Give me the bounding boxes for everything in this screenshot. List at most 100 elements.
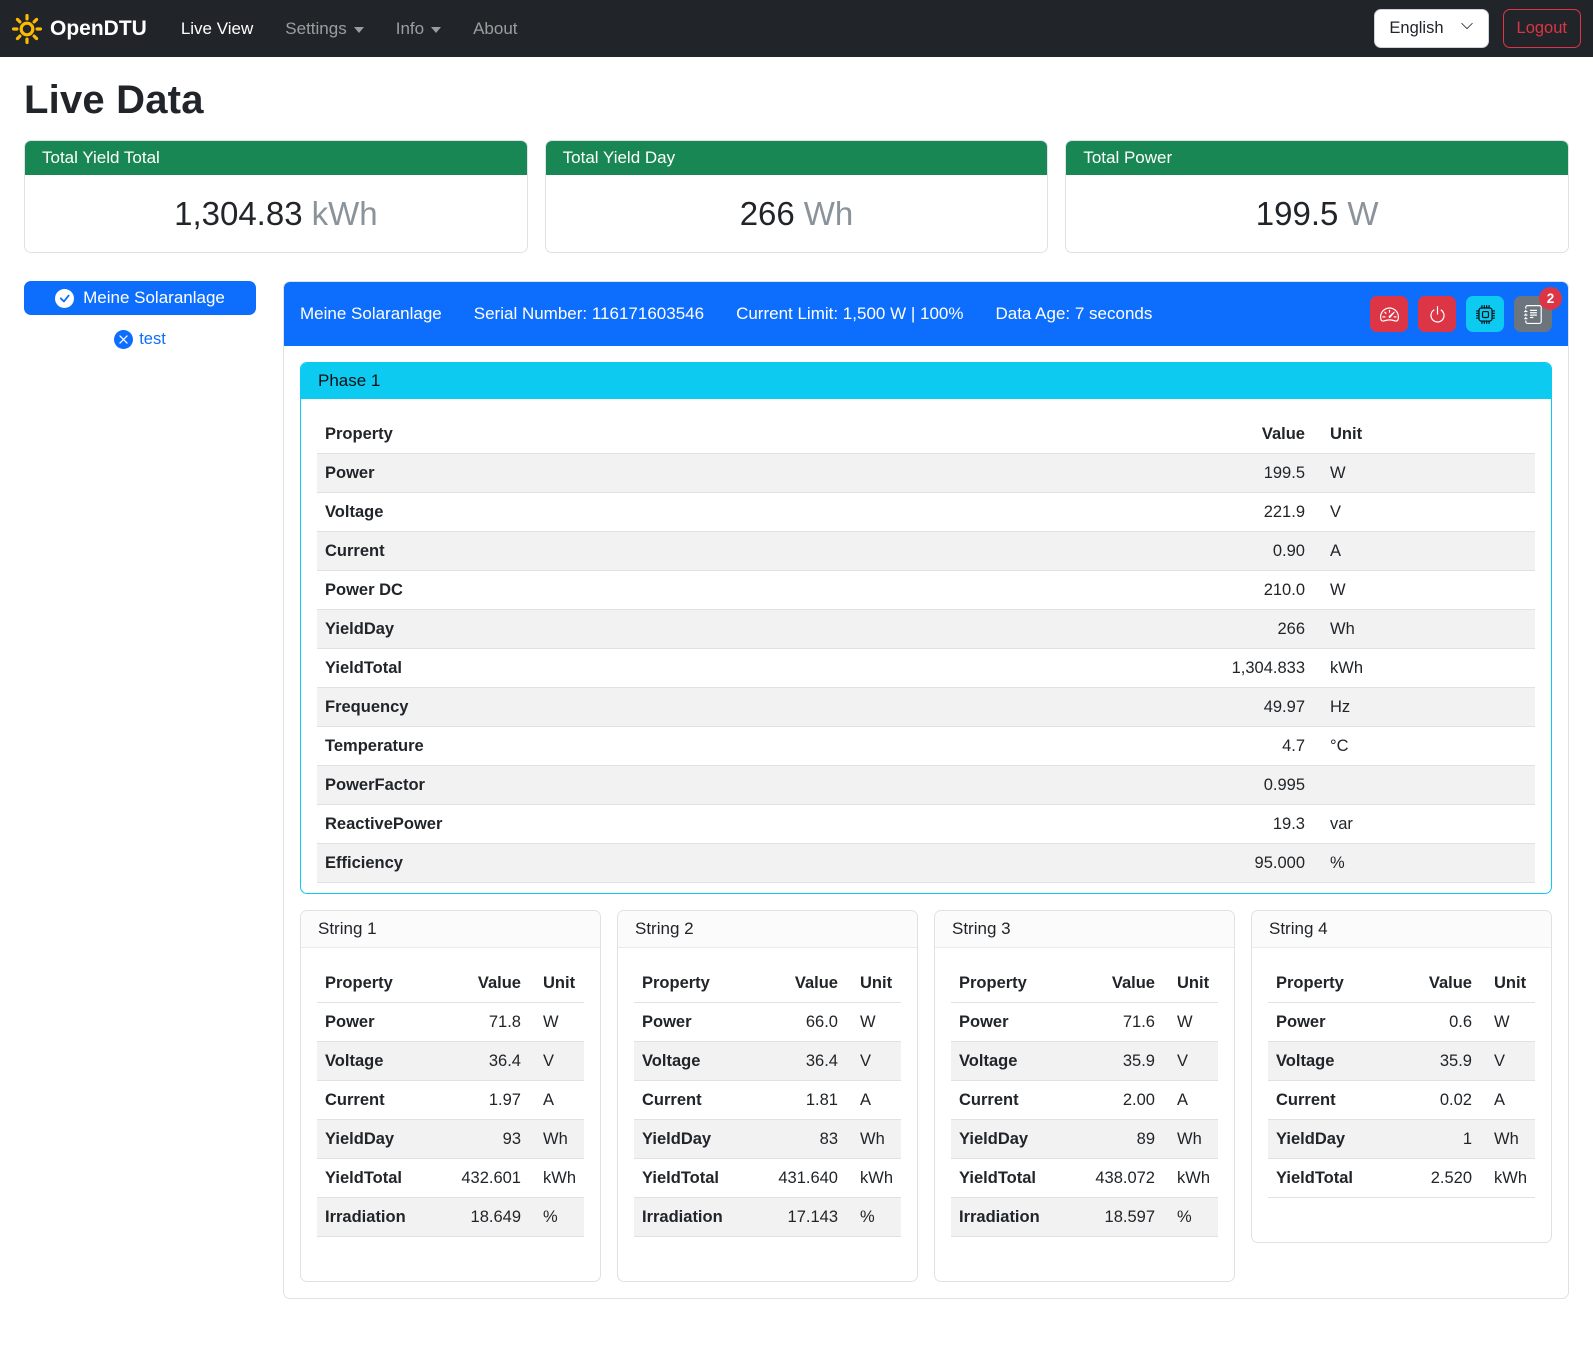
table-row: YieldTotal1,304.833kWh — [317, 649, 1535, 688]
value-cell: 71.6 — [1071, 1003, 1163, 1042]
limit-settings-button[interactable] — [1370, 296, 1408, 332]
card-header: Total Yield Day — [546, 141, 1048, 175]
device-info-button[interactable] — [1466, 296, 1504, 332]
table-row: Voltage221.9V — [317, 493, 1535, 532]
page-title: Live Data — [24, 78, 1569, 123]
logout-button[interactable]: Logout — [1503, 9, 1581, 48]
nav-item-label: About — [473, 19, 517, 39]
unit-cell: W — [1313, 571, 1535, 610]
unit-cell: °C — [1313, 727, 1535, 766]
table-body: Power71.8WVoltage36.4VCurrent1.97AYieldD… — [317, 1003, 584, 1237]
unit-cell: W — [1480, 1003, 1535, 1042]
table-row: YieldDay93Wh — [317, 1120, 584, 1159]
nav-item-info[interactable]: Info — [388, 11, 449, 47]
value-cell: 1.81 — [754, 1081, 846, 1120]
card-header: Total Power — [1066, 141, 1568, 175]
table-row: Voltage36.4V — [634, 1042, 901, 1081]
value-cell: 2.00 — [1071, 1081, 1163, 1120]
value-cell: 1 — [1388, 1120, 1480, 1159]
column-header-value: Value — [1071, 964, 1163, 1003]
string-2-card: String 2 PropertyValueUnit Power66.0WVol… — [617, 910, 918, 1282]
unit-cell: Wh — [529, 1120, 584, 1159]
property-cell: Power — [317, 454, 1163, 493]
inverter-name: Meine Solaranlage — [300, 304, 442, 324]
event-log-button[interactable]: 2 — [1514, 296, 1552, 332]
value-cell: 35.9 — [1071, 1042, 1163, 1081]
unit-cell: % — [1313, 844, 1535, 883]
unit-cell: Hz — [1313, 688, 1535, 727]
value-cell: 17.143 — [754, 1198, 846, 1237]
inverter-selector-selected[interactable]: Meine Solaranlage — [24, 281, 256, 315]
brand[interactable]: OpenDTU — [12, 14, 147, 44]
column-header-unit: Unit — [529, 964, 584, 1003]
table-row: Power71.8W — [317, 1003, 584, 1042]
value-cell: 0.90 — [1163, 532, 1313, 571]
unit-text: kWh — [312, 195, 378, 233]
unit-cell: Wh — [1313, 610, 1535, 649]
table-row: Current2.00A — [951, 1081, 1218, 1120]
column-header-value: Value — [1388, 964, 1480, 1003]
table-row: YieldTotal432.601kWh — [317, 1159, 584, 1198]
header-row: PropertyValueUnit — [634, 964, 901, 1003]
property-cell: Voltage — [634, 1042, 754, 1081]
nav-item-label: Live View — [181, 19, 253, 39]
property-cell: Current — [951, 1081, 1071, 1120]
property-cell: Irradiation — [951, 1198, 1071, 1237]
nav-item-live-view[interactable]: Live View — [173, 11, 261, 47]
event-count-badge: 2 — [1539, 287, 1562, 310]
value-cell: 432.601 — [437, 1159, 529, 1198]
gauge-icon — [1380, 305, 1399, 324]
power-toggle-button[interactable] — [1418, 296, 1456, 332]
inverter-sidebar: Meine Solaranlage test — [24, 281, 256, 349]
property-cell: PowerFactor — [317, 766, 1163, 805]
table-row: YieldTotal2.520kWh — [1268, 1159, 1535, 1198]
table-row: PowerFactor0.995 — [317, 766, 1535, 805]
property-cell: Power DC — [317, 571, 1163, 610]
unit-text: Wh — [804, 195, 854, 233]
table-body: Power71.6WVoltage35.9VCurrent2.00AYieldD… — [951, 1003, 1218, 1237]
column-header-property: Property — [1268, 964, 1388, 1003]
phase-1-card: Phase 1 PropertyValueUnit Power199.5WVol… — [300, 362, 1552, 894]
language-select[interactable]: English — [1374, 9, 1488, 48]
string-1-table: PropertyValueUnit Power71.8WVoltage36.4V… — [317, 964, 584, 1237]
unit-cell: kWh — [1480, 1159, 1535, 1198]
unit-cell: A — [1163, 1081, 1218, 1120]
unit-cell: var — [1313, 805, 1535, 844]
nav-item-label: Info — [396, 19, 424, 39]
value-cell: 18.597 — [1071, 1198, 1163, 1237]
value-cell: 0.02 — [1388, 1081, 1480, 1120]
value-cell: 2.520 — [1388, 1159, 1480, 1198]
phase-card-header: Phase 1 — [301, 363, 1551, 399]
column-header-value: Value — [437, 964, 529, 1003]
property-cell: Current — [634, 1081, 754, 1120]
property-cell: YieldDay — [634, 1120, 754, 1159]
property-cell: Power — [317, 1003, 437, 1042]
unit-cell: V — [846, 1042, 901, 1081]
property-cell: Voltage — [317, 1042, 437, 1081]
unit-cell: W — [846, 1003, 901, 1042]
table-row: YieldTotal438.072kWh — [951, 1159, 1218, 1198]
property-cell: Voltage — [1268, 1042, 1388, 1081]
nav-item-about[interactable]: About — [465, 11, 525, 47]
property-cell: Power — [1268, 1003, 1388, 1042]
property-cell: YieldTotal — [951, 1159, 1071, 1198]
unit-cell: Wh — [846, 1120, 901, 1159]
unit-cell: kWh — [529, 1159, 584, 1198]
property-cell: Irradiation — [634, 1198, 754, 1237]
string-2-table: PropertyValueUnit Power66.0WVoltage36.4V… — [634, 964, 901, 1237]
table-row: YieldDay83Wh — [634, 1120, 901, 1159]
table-row: Irradiation17.143% — [634, 1198, 901, 1237]
header-row: PropertyValueUnit — [951, 964, 1218, 1003]
table-row: Temperature4.7°C — [317, 727, 1535, 766]
inverter-selector-unselected[interactable]: test — [24, 330, 256, 349]
caret-down-icon — [354, 27, 364, 33]
table-row: YieldTotal431.640kWh — [634, 1159, 901, 1198]
table-row: Voltage36.4V — [317, 1042, 584, 1081]
value-cell: 199.5 — [1163, 454, 1313, 493]
property-cell: Power — [951, 1003, 1071, 1042]
nav-item-settings[interactable]: Settings — [277, 11, 371, 47]
property-cell: Voltage — [951, 1042, 1071, 1081]
table-row: Power199.5W — [317, 454, 1535, 493]
property-cell: Current — [317, 532, 1163, 571]
unit-cell: A — [846, 1081, 901, 1120]
